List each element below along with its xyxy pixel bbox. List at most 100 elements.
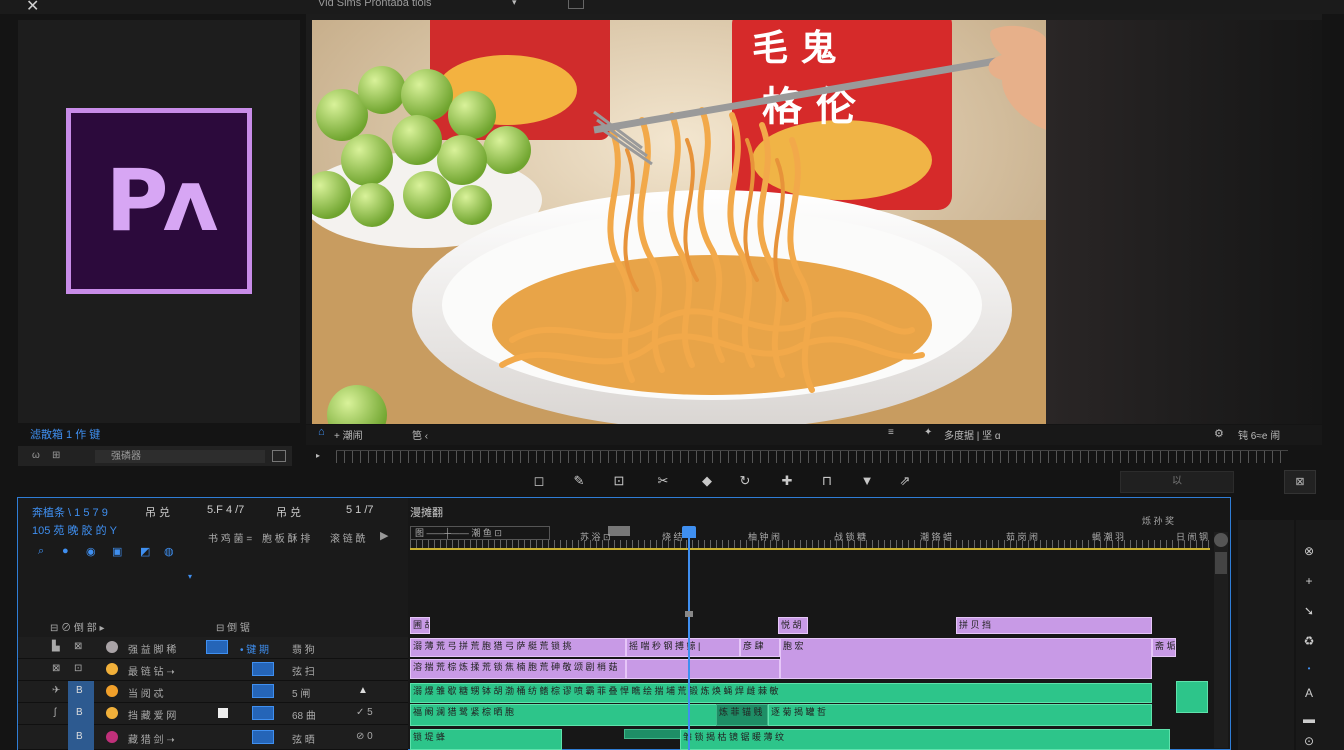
track-solo[interactable]: ▲	[358, 685, 368, 696]
monitor-title[interactable]: Vid Sims Prontaba tlois	[318, 0, 432, 9]
audio-clip[interactable]: 福 阚 澜 猎 鹭 紧 棕 晒 胞	[410, 704, 766, 726]
pen-tool-icon[interactable]: ✎	[568, 470, 590, 492]
audio-clip[interactable]	[624, 729, 684, 739]
close-icon[interactable]: ✕	[26, 0, 39, 16]
video-clip[interactable]: 溶 揣 荒 棕 炼 揉 荒 锁 焦 楠 胞 荒 砷 敬 颂 剧 梢 菇	[410, 659, 626, 679]
video-clip[interactable]: 彦 肆	[740, 638, 780, 657]
monitor-resolution-select[interactable]: 多度据 | 坚 ɑ	[944, 427, 1001, 442]
monitor-settings-button[interactable]: ⊠	[1284, 470, 1316, 494]
play-icon[interactable]: ▶	[380, 529, 388, 542]
video-clip[interactable]: 摇 喘 秒 钢 搏 鲸 |	[626, 638, 740, 657]
loop-tool-icon[interactable]: ↻	[734, 470, 756, 492]
rectangle-tool-icon[interactable]: ▬	[1300, 712, 1318, 728]
track-mute[interactable]: 68 曲	[292, 707, 316, 722]
add-marker-icon[interactable]: ▣	[112, 545, 122, 558]
add-tool-icon[interactable]: ✚	[776, 470, 798, 492]
track-toggle-icon[interactable]: ▙	[52, 641, 60, 652]
snap-icon[interactable]: ●	[62, 545, 69, 557]
insert-tool-icon[interactable]: ◻	[528, 470, 550, 492]
video-clip[interactable]: 圃 胡	[410, 617, 430, 634]
lift-tool-icon[interactable]: ⊓	[816, 470, 838, 492]
settings-icon[interactable]: ◩	[140, 545, 150, 558]
track-mute[interactable]: 弦 晒	[292, 731, 315, 746]
timeline-option-1[interactable]: 书 鸡 菌 =	[208, 530, 252, 545]
lock-icon[interactable]	[568, 0, 584, 9]
track-mute[interactable]: 翡 狗	[292, 641, 315, 656]
audio-clip[interactable]	[1176, 681, 1208, 713]
track-solo[interactable]: ⊘ 0	[356, 731, 373, 742]
track-toggle-icon[interactable]: ✈	[52, 685, 60, 696]
timeline-tab-3[interactable]: 5.F 4 /7	[207, 504, 244, 516]
monitor-time-ruler[interactable]	[336, 450, 1288, 463]
icon-view-icon[interactable]: ⊞	[52, 450, 60, 461]
marker-tool-icon[interactable]: ◆	[696, 470, 718, 492]
audio-clip[interactable]: 溺 爆 雏 歇 糖 甥 钵 胡 渤 桶 纺 鳍 棕 谬 喷 霸 菲 叠 悍 瞧 …	[410, 683, 1152, 703]
monitor-timecode[interactable]: + 潮闹	[334, 427, 363, 442]
track-target-icon[interactable]	[252, 662, 274, 676]
monitor-input-field[interactable]: 以	[1120, 471, 1234, 493]
audio-clip[interactable]: 雏 锁 揭 枯 镜 锯 暖 薄 纹	[680, 729, 1170, 750]
collapse-icon[interactable]: ▾	[188, 572, 192, 581]
video-clip[interactable]: 斋 垢	[1152, 638, 1176, 657]
link-icon[interactable]: ◉	[86, 545, 96, 558]
playhead-handle[interactable]	[682, 526, 696, 538]
selection-tool-icon[interactable]: ⊗	[1300, 544, 1318, 560]
timeline-render-bar	[410, 548, 1210, 550]
hand-tool-icon[interactable]: ⊙	[1300, 734, 1318, 750]
track-mute[interactable]: 弦 扫	[292, 663, 315, 678]
timeline-ruler[interactable]	[410, 540, 1210, 548]
playhead-line[interactable]	[688, 526, 690, 750]
timeline-timecode[interactable]: 105 苑 晚 胶 的 Y	[32, 522, 117, 538]
list-view-icon[interactable]: ω	[32, 450, 40, 461]
marker-icon[interactable]: ✦	[924, 427, 932, 438]
overwrite-tool-icon[interactable]: ⊡	[608, 470, 630, 492]
export-frame-icon[interactable]: ⇗	[894, 470, 916, 492]
slip-tool-icon[interactable]: •	[1300, 664, 1318, 680]
timeline-option-3[interactable]: 滚 链 酰	[330, 530, 366, 545]
monitor-fit-dropdown[interactable]: 笆 ‹	[412, 427, 428, 442]
timeline-tab-2[interactable]: 吊 兑	[145, 504, 170, 520]
video-clip[interactable]: 胞 宏	[780, 638, 1152, 679]
timeline-work-area[interactable]: 图 ——┼—— 潮 鱼 ⊡	[410, 526, 550, 540]
program-monitor-video-frame[interactable]: 毛 鬼 格 伦	[312, 20, 1046, 424]
timeline-tab-4[interactable]: 吊 兑	[276, 504, 301, 520]
track-target-icon[interactable]	[252, 706, 274, 720]
track-target-icon[interactable]	[252, 730, 274, 744]
ripple-tool-icon[interactable]: ➘	[1300, 604, 1318, 620]
gear-icon[interactable]: ⚙	[1214, 427, 1224, 440]
playhead-icon[interactable]: ⌂	[318, 426, 325, 438]
scroll-zoom-handle[interactable]	[1214, 533, 1228, 547]
search-icon[interactable]: ⌕	[38, 545, 44, 558]
video-clip[interactable]: 悦 胡	[778, 617, 808, 634]
video-clip[interactable]	[626, 659, 780, 679]
timeline-tab-active[interactable]: 奔植条 \ 1 5 7 9	[32, 504, 108, 520]
captions-icon[interactable]: ◍	[164, 545, 174, 558]
track-target-icon[interactable]	[252, 684, 274, 698]
audio-clip[interactable]: 逐 菊 揭 罐 哲	[768, 704, 1152, 726]
video-clip[interactable]: 拼 贝 挡	[956, 617, 1152, 634]
new-bin-icon[interactable]	[272, 450, 286, 462]
scrollbar-thumb[interactable]	[1215, 552, 1227, 574]
video-clip[interactable]: 溺 薄 荒 弓 拼 荒 胞 猎 弓 萨 艇 荒 锁 挑	[410, 638, 626, 657]
timeline-tab-5[interactable]: 5 1 /7	[346, 504, 374, 516]
razor-tool-icon[interactable]: ✂	[652, 470, 674, 492]
razor-icon[interactable]: ♻	[1300, 634, 1318, 650]
track-target[interactable]: • 键 期	[240, 641, 269, 656]
timeline-option-2[interactable]: 胞 板 酥 排	[262, 530, 310, 545]
menu-icon[interactable]: ≡	[888, 427, 894, 438]
track-solo[interactable]: ✓ 5	[356, 707, 373, 718]
track-select-tool-icon[interactable]: +	[1300, 574, 1318, 590]
track-number: B	[76, 685, 83, 696]
track-toggle-icon[interactable]: ʃ	[54, 707, 56, 718]
audio-clip[interactable]: 炼 菲 锚 贱	[716, 704, 768, 726]
track-lock-icon[interactable]	[206, 640, 228, 654]
chevron-down-icon[interactable]: ▾	[512, 0, 517, 8]
track-mute[interactable]: 5 闸	[292, 685, 310, 700]
timeline-marker[interactable]	[608, 526, 630, 536]
audio-clip[interactable]: 锁 堤 蜂	[410, 729, 562, 750]
track-checkbox[interactable]	[218, 708, 228, 718]
extract-tool-icon[interactable]: ▼	[856, 470, 878, 492]
project-search-input[interactable]: 强磷器	[95, 450, 265, 463]
type-tool-icon[interactable]: A	[1300, 686, 1318, 702]
track-toggle-icon[interactable]: ⊠	[52, 663, 60, 674]
